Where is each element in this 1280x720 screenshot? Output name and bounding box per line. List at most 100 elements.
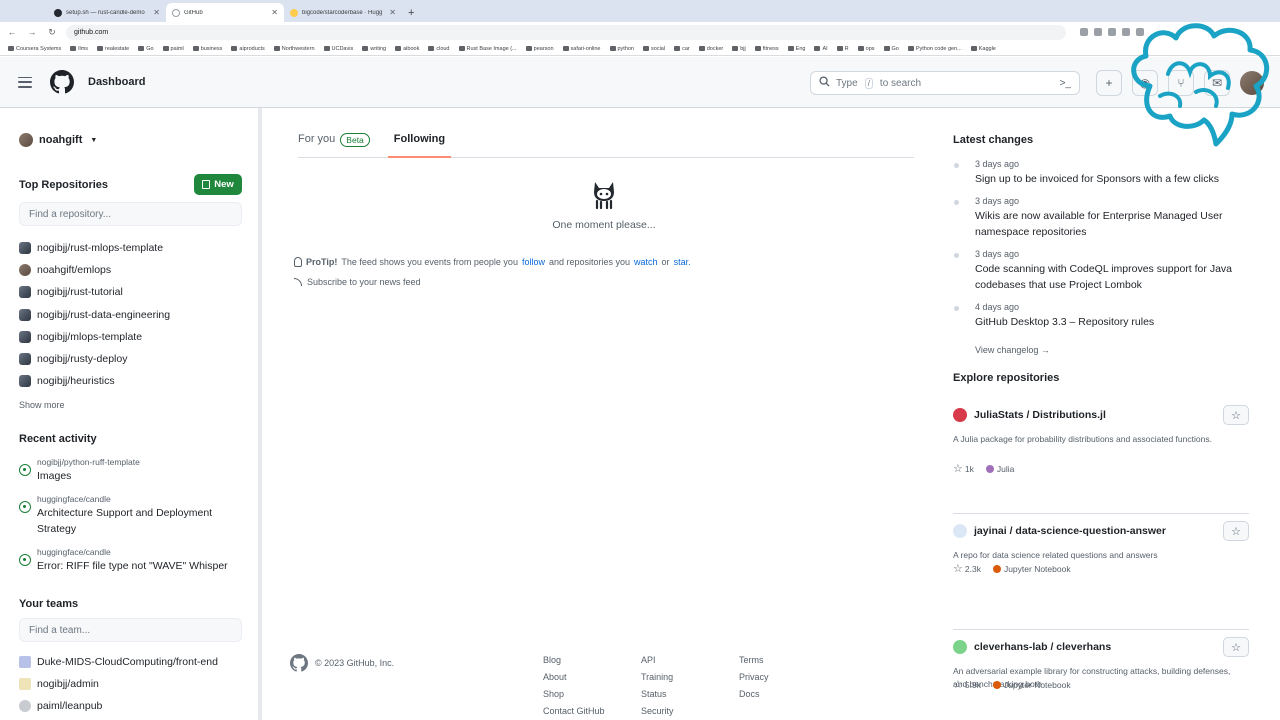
activity-title[interactable]: Architecture Support and Deployment Stra… (37, 505, 249, 537)
footer-link[interactable]: Blog (543, 654, 605, 667)
repository-item[interactable]: nogibjj/rust-mlops-template (19, 237, 249, 259)
stargazers-count[interactable]: ☆ 1k (953, 462, 974, 475)
bookmark-item[interactable]: Coursera Systems (8, 46, 61, 52)
explore-repo-header[interactable]: cleverhans-lab / cleverhans (953, 640, 1111, 654)
context-switcher[interactable]: noahgift ▼ (19, 133, 97, 147)
reload-icon[interactable]: ↻ (46, 27, 58, 38)
bookmark-item[interactable]: R (836, 46, 849, 52)
page-title[interactable]: Dashboard (88, 76, 145, 88)
activity-item[interactable]: nogibjj/python-ruff-template Images (19, 456, 249, 484)
explore-repo-header[interactable]: jayinai / data-science-question-answer (953, 524, 1166, 538)
bookmark-item[interactable]: car (674, 46, 690, 52)
browser-tab-2[interactable]: GitHub ✕ (166, 3, 284, 22)
star-button[interactable]: ☆ (1223, 521, 1249, 541)
search-input[interactable]: Type / to search >_ (810, 71, 1080, 95)
repository-item[interactable]: nogibjj/rust-tutorial (19, 281, 249, 303)
bookmark-item[interactable]: paiml (162, 46, 184, 52)
activity-title[interactable]: Error: RIFF file type not "WAVE" Whisper (37, 558, 228, 574)
close-icon[interactable]: ✕ (389, 8, 396, 17)
stargazers-count[interactable]: ☆ 5.9k (953, 678, 981, 691)
star-button[interactable]: ☆ (1223, 637, 1249, 657)
bookmark-item[interactable]: safari-online (562, 46, 601, 52)
bookmark-item[interactable]: AI (814, 46, 828, 52)
activity-repo[interactable]: nogibjj/python-ruff-template (37, 456, 140, 468)
watch-link[interactable]: watch (634, 257, 658, 267)
command-palette-icon[interactable]: >_ (1060, 78, 1071, 89)
view-changelog-link[interactable]: View changelog → (975, 345, 1050, 355)
browser-tab-3[interactable]: bigcode/starcoderbase · Hugg ✕ (284, 3, 402, 22)
bookmark-item[interactable]: Kaggle (970, 46, 996, 52)
stargazers-count[interactable]: ☆ 2.3k (953, 562, 981, 575)
bookmark-item[interactable]: aibook (395, 46, 419, 52)
changelog-title[interactable]: Code scanning with CodeQL improves suppo… (975, 261, 1253, 293)
explore-repo-header[interactable]: JuliaStats / Distributions.jl (953, 408, 1106, 422)
create-new-plus-button[interactable]: + (1096, 70, 1122, 96)
hamburger-menu-icon[interactable] (18, 76, 32, 88)
footer-link[interactable]: Training (641, 671, 674, 684)
bookmark-item[interactable]: writing (362, 46, 386, 52)
team-item[interactable]: nogibjj/admin (19, 673, 249, 695)
repository-item[interactable]: noahgift/emlops (19, 259, 249, 281)
url-input[interactable]: github.com (66, 24, 1066, 40)
footer-link[interactable]: Docs (739, 688, 769, 701)
extension-icon[interactable] (1080, 28, 1088, 36)
tab-following[interactable]: Following (387, 130, 452, 158)
follow-link[interactable]: follow (522, 257, 545, 267)
back-arrow-icon[interactable]: ← (6, 27, 18, 37)
bookmark-item[interactable]: Eng (787, 46, 805, 52)
bookmark-item[interactable]: social (643, 46, 665, 52)
footer-link[interactable]: Shop (543, 688, 605, 701)
changelog-title[interactable]: GitHub Desktop 3.3 – Repository rules (975, 314, 1253, 330)
bookmark-item[interactable]: cloud (428, 46, 450, 52)
new-repository-button[interactable]: New (194, 174, 242, 195)
activity-title[interactable]: Images (37, 468, 140, 484)
bookmark-item[interactable]: Rust Base Image (... (458, 46, 517, 52)
changelog-title[interactable]: Wikis are now available for Enterprise M… (975, 208, 1253, 240)
find-team-input[interactable]: Find a team... (19, 618, 242, 642)
bookmark-item[interactable]: Northwestern (273, 46, 315, 52)
bookmark-item[interactable]: aiproducts (231, 46, 265, 52)
extension-icon[interactable] (1108, 28, 1116, 36)
bookmark-item[interactable]: business (192, 46, 222, 52)
footer-link[interactable]: Status (641, 688, 674, 701)
repository-item[interactable]: nogibjj/mlops-template (19, 326, 249, 348)
new-tab-button[interactable]: + (408, 3, 414, 22)
tab-for-you[interactable]: For you Beta (298, 130, 370, 158)
bookmark-item[interactable]: Go (883, 46, 899, 52)
activity-repo[interactable]: huggingface/candle (37, 493, 249, 505)
find-repository-input[interactable]: Find a repository... (19, 202, 242, 226)
footer-link[interactable]: Terms (739, 654, 769, 667)
bookmark-item[interactable]: Go (138, 46, 154, 52)
changelog-title[interactable]: Sign up to be invoiced for Sponsors with… (975, 171, 1253, 187)
activity-item[interactable]: huggingface/candle Architecture Support a… (19, 493, 249, 537)
bookmark-item[interactable]: docker (698, 46, 723, 52)
bookmark-item[interactable]: ops (857, 46, 875, 52)
github-logo-icon[interactable] (50, 70, 74, 94)
show-more-link[interactable]: Show more (19, 400, 65, 410)
repository-item[interactable]: nogibjj/rusty-deploy (19, 348, 249, 370)
subscribe-news-feed-link[interactable]: Subscribe to your news feed (294, 277, 421, 287)
activity-repo[interactable]: huggingface/candle (37, 546, 228, 558)
footer-link[interactable]: Contact GitHub (543, 705, 605, 718)
star-link[interactable]: star. (674, 257, 691, 267)
footer-link[interactable]: Security (641, 705, 674, 718)
bookmark-item[interactable]: fitness (754, 46, 779, 52)
bookmark-item[interactable]: realestate (97, 46, 129, 52)
bookmark-item[interactable]: llms (70, 46, 88, 52)
footer-link[interactable]: About (543, 671, 605, 684)
team-item[interactable]: paiml/leanpub (19, 695, 249, 717)
bookmark-item[interactable]: UCDavis (323, 46, 353, 52)
footer-link[interactable]: Privacy (739, 671, 769, 684)
forward-arrow-icon[interactable]: → (26, 27, 38, 37)
close-icon[interactable]: ✕ (271, 8, 278, 17)
browser-tab-1[interactable]: setup.sh — rust-candle-demo ✕ (48, 3, 166, 22)
star-button[interactable]: ☆ (1223, 405, 1249, 425)
bookmark-item[interactable]: python (609, 46, 634, 52)
repository-item[interactable]: nogibjj/heuristics (19, 370, 249, 392)
extension-icon[interactable] (1094, 28, 1102, 36)
activity-item[interactable]: huggingface/candle Error: RIFF file type … (19, 546, 249, 574)
github-logo-icon[interactable] (290, 654, 308, 672)
bookmark-item[interactable]: pearson (525, 46, 554, 52)
repository-item[interactable]: nogibjj/rust-data-engineering (19, 304, 249, 326)
footer-link[interactable]: API (641, 654, 674, 667)
